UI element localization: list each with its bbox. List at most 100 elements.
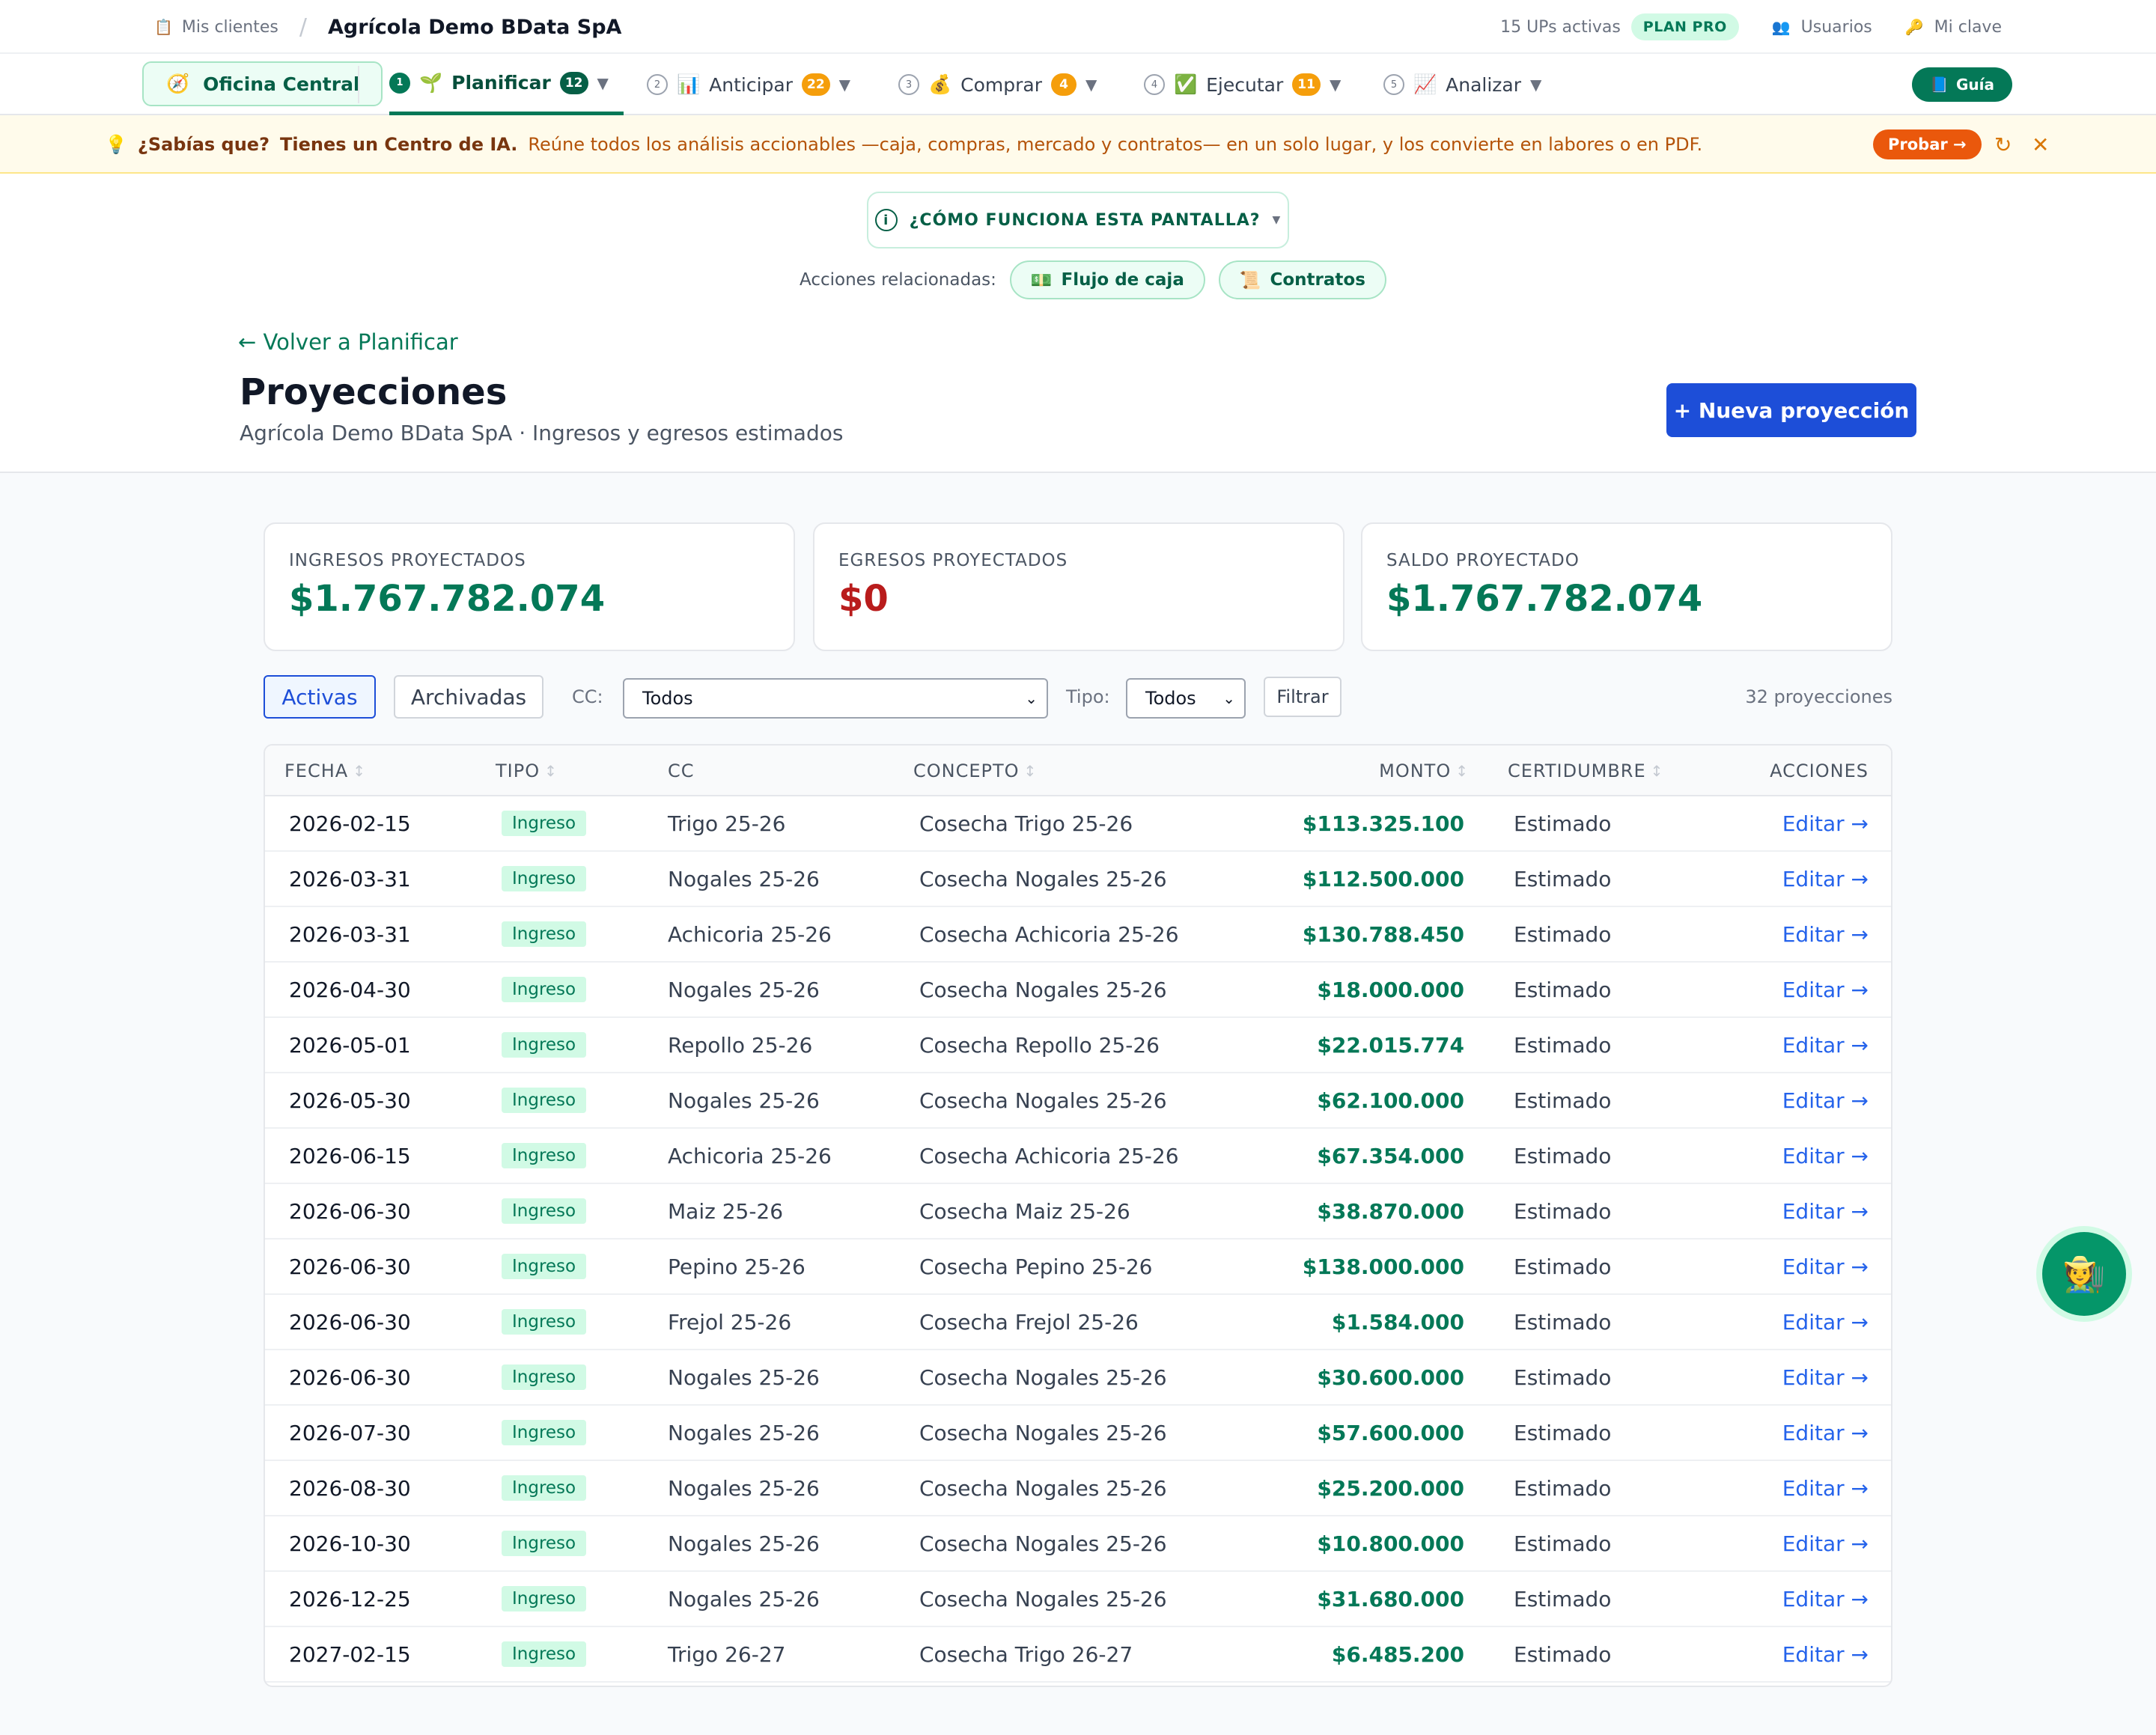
cell-tipo: Ingreso xyxy=(502,1295,587,1349)
cc-select[interactable]: Todos ⌄ xyxy=(623,678,1048,719)
lightbulb-icon: 💡 xyxy=(105,134,127,155)
cell-fecha: 2026-03-31 xyxy=(289,921,411,947)
nav-tab-anticipar[interactable]: 2 📊 Anticipar 22 ▼ xyxy=(647,54,850,115)
nav-tab-ejecutar[interactable]: 4 ✅ Ejecutar 11 ▼ xyxy=(1144,54,1341,115)
edit-link[interactable]: Editar → xyxy=(1782,1073,1869,1127)
col-fecha[interactable]: FECHA ↕ xyxy=(284,745,366,796)
cell-monto: $10.800.000 xyxy=(1317,1531,1464,1556)
cell-fecha: 2027-02-15 xyxy=(289,1641,411,1667)
nav-divider xyxy=(358,66,359,103)
nav-tab-planificar[interactable]: 1 🌱 Planificar 12 ▼ xyxy=(389,54,624,115)
oficina-central-label: Oficina Central xyxy=(203,73,360,95)
edit-link[interactable]: Editar → xyxy=(1782,1461,1869,1515)
col-certidumbre[interactable]: CERTIDUMBRE ↕ xyxy=(1508,745,1663,796)
table-row: 2026-08-30 Ingreso Nogales 25-26 Cosecha No… xyxy=(265,1461,1891,1516)
cell-cc: Maiz 25-26 xyxy=(668,1198,784,1224)
sort-icon: ↕ xyxy=(1650,762,1664,780)
banner-headline: Tienes un Centro de IA. xyxy=(280,134,518,155)
cell-fecha: 2026-08-30 xyxy=(289,1475,411,1501)
cell-tipo: Ingreso xyxy=(502,1184,587,1238)
edit-link[interactable]: Editar → xyxy=(1782,907,1869,961)
mis-clientes-link[interactable]: 📋 Mis clientes xyxy=(154,18,278,37)
edit-link[interactable]: Editar → xyxy=(1782,1184,1869,1238)
filtrar-button[interactable]: Filtrar xyxy=(1264,677,1342,717)
cc-filter-label: CC: xyxy=(572,686,603,707)
cell-fecha: 2026-05-30 xyxy=(289,1088,411,1113)
edit-link[interactable]: Editar → xyxy=(1782,1572,1869,1626)
refresh-icon[interactable]: ↻ xyxy=(1994,115,2012,174)
cell-cc: Achicoria 25-26 xyxy=(668,921,832,947)
assistant-button[interactable]: 🧑‍🌾 xyxy=(2042,1232,2126,1316)
close-icon[interactable]: ✕ xyxy=(2032,115,2049,174)
new-projection-button[interactable]: + Nueva proyección xyxy=(1666,383,1916,437)
tipo-select[interactable]: Todos ⌄ xyxy=(1126,678,1246,719)
flujo-de-caja-label: Flujo de caja xyxy=(1061,270,1184,290)
cell-concepto: Cosecha Trigo 25-26 xyxy=(919,811,1133,836)
oficina-central-button[interactable]: 🧭 Oficina Central xyxy=(142,61,383,106)
check-box-icon: ✅ xyxy=(1174,73,1198,95)
table-row: 2026-06-30 Ingreso Nogales 25-26 Cosecha No… xyxy=(265,1350,1891,1406)
usuarios-link[interactable]: 👥 Usuarios xyxy=(1772,18,1872,37)
cell-fecha: 2026-03-31 xyxy=(289,866,411,891)
tipo-badge: Ingreso xyxy=(502,1475,587,1501)
table-row: 2026-06-15 Ingreso Achicoria 25-26 Cosecha … xyxy=(265,1129,1891,1184)
cell-monto: $22.015.774 xyxy=(1317,1032,1464,1058)
users-icon: 👥 xyxy=(1771,18,1791,36)
col-monto[interactable]: MONTO ↕ xyxy=(1379,745,1469,796)
col-acciones-label: ACCIONES xyxy=(1770,760,1869,781)
tipo-badge: Ingreso xyxy=(502,1254,587,1279)
money-bag-icon: 💰 xyxy=(928,73,952,95)
cell-fecha: 2026-06-30 xyxy=(289,1198,411,1224)
table-row: 2026-06-30 Ingreso Frejol 25-26 Cosecha Fre… xyxy=(265,1295,1891,1350)
back-to-planificar-link[interactable]: ← Volver a Planificar xyxy=(238,329,458,355)
cell-certidumbre: Estimado xyxy=(1514,1420,1612,1445)
table-row: 2026-05-30 Ingreso Nogales 25-26 Cosecha No… xyxy=(265,1073,1891,1129)
table-row: 2026-04-30 Ingreso Nogales 25-26 Cosecha No… xyxy=(265,963,1891,1018)
guia-label: Guía xyxy=(1955,76,1994,94)
top-bar-left: 📋 Mis clientes / Agrícola Demo BData SpA xyxy=(154,0,621,54)
edit-link[interactable]: Editar → xyxy=(1782,1295,1869,1349)
edit-link[interactable]: Editar → xyxy=(1782,1350,1869,1404)
tab-archivadas[interactable]: Archivadas xyxy=(394,675,543,719)
cell-concepto: Cosecha Nogales 25-26 xyxy=(919,1364,1167,1390)
mis-clientes-label: Mis clientes xyxy=(181,17,278,37)
edit-link[interactable]: Editar → xyxy=(1782,1018,1869,1072)
edit-link[interactable]: Editar → xyxy=(1782,1627,1869,1681)
guia-button[interactable]: 📘 Guía xyxy=(1912,67,2012,102)
cell-tipo: Ingreso xyxy=(502,852,587,906)
probar-button[interactable]: Probar → xyxy=(1873,129,1982,159)
cell-certidumbre: Estimado xyxy=(1514,1032,1612,1058)
cell-certidumbre: Estimado xyxy=(1514,1531,1612,1556)
how-it-works-toggle[interactable]: i ¿CÓMO FUNCIONA ESTA PANTALLA? ▼ xyxy=(867,192,1289,248)
cell-certidumbre: Estimado xyxy=(1514,1475,1612,1501)
related-actions-label: Acciones relacionadas: xyxy=(800,270,996,290)
col-tipo[interactable]: TIPO ↕ xyxy=(496,745,558,796)
tab-activas[interactable]: Activas xyxy=(264,675,376,719)
edit-link[interactable]: Editar → xyxy=(1782,852,1869,906)
edit-link[interactable]: Editar → xyxy=(1782,1516,1869,1570)
card-label: EGRESOS PROYECTADOS xyxy=(838,551,1068,570)
cell-cc: Nogales 25-26 xyxy=(668,1531,820,1556)
mi-clave-link[interactable]: 🔑 Mi clave xyxy=(1905,18,2002,37)
cell-cc: Nogales 25-26 xyxy=(668,866,820,891)
col-concepto[interactable]: CONCEPTO ↕ xyxy=(913,745,1037,796)
tipo-badge: Ingreso xyxy=(502,977,587,1002)
table-row: 2026-05-01 Ingreso Repollo 25-26 Cosecha Re… xyxy=(265,1018,1891,1073)
breadcrumb-separator: / xyxy=(299,13,307,40)
tipo-badge: Ingreso xyxy=(502,866,587,891)
usuarios-label: Usuarios xyxy=(1800,17,1872,37)
edit-link[interactable]: Editar → xyxy=(1782,1406,1869,1460)
edit-link[interactable]: Editar → xyxy=(1782,796,1869,850)
cell-tipo: Ingreso xyxy=(502,907,587,961)
nav-tab-analizar[interactable]: 5 📈 Analizar ▼ xyxy=(1383,54,1541,115)
edit-link[interactable]: Editar → xyxy=(1782,963,1869,1016)
nav-tab-comprar[interactable]: 3 💰 Comprar 4 ▼ xyxy=(898,54,1097,115)
cell-tipo: Ingreso xyxy=(502,1516,587,1570)
flujo-de-caja-chip[interactable]: 💵 Flujo de caja xyxy=(1009,260,1205,299)
cell-monto: $113.325.100 xyxy=(1302,811,1464,836)
edit-link[interactable]: Editar → xyxy=(1782,1239,1869,1293)
filters-bar: Activas Archivadas CC: Todos ⌄ Tipo: Tod… xyxy=(264,675,1892,719)
cell-monto: $57.600.000 xyxy=(1317,1420,1464,1445)
edit-link[interactable]: Editar → xyxy=(1782,1129,1869,1183)
contratos-chip[interactable]: 📜 Contratos xyxy=(1218,260,1386,299)
